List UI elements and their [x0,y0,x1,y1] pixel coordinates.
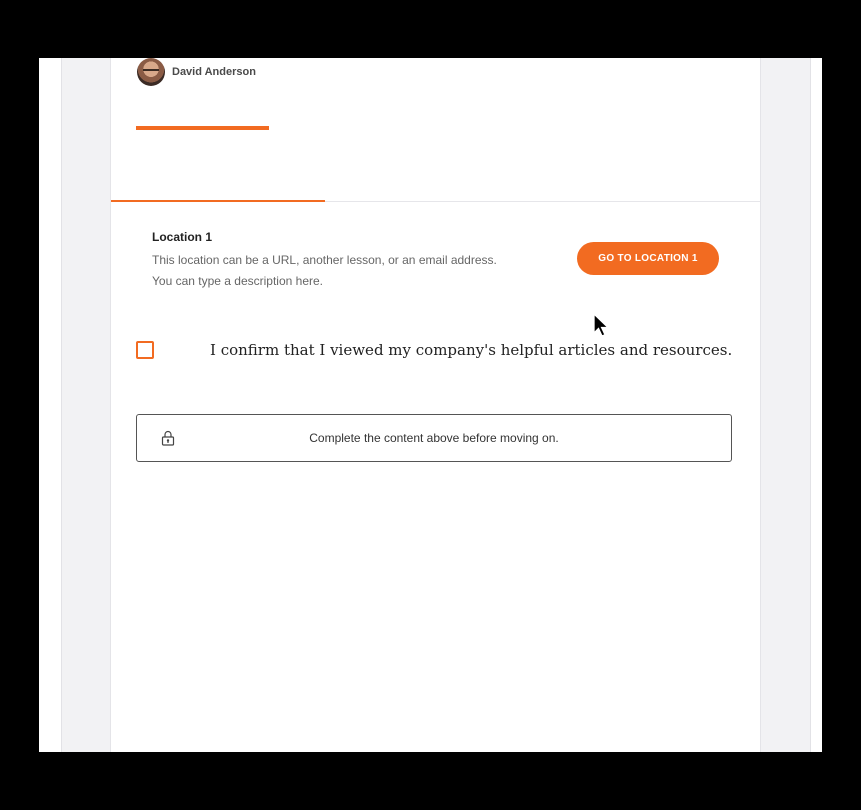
author-accent-bar [136,126,269,130]
lesson-card: David Anderson Location 1 This location … [110,58,761,752]
author-block: David Anderson [137,58,256,88]
confirm-checkbox[interactable] [136,341,154,359]
avatar [137,58,165,86]
right-scrollbar-track[interactable] [810,58,822,752]
location-description: This location can be a URL, another less… [152,253,497,288]
mouse-cursor-icon [593,313,610,337]
continue-locked-banner: Complete the content above before moving… [136,414,732,462]
lock-icon [161,430,175,446]
location-title: Location 1 [152,230,213,244]
confirm-label: I confirm that I viewed my company's hel… [210,341,733,359]
author-name: David Anderson [172,66,256,78]
progress-accent [111,200,325,202]
confirm-row: I confirm that I viewed my company's hel… [136,341,732,359]
go-to-location-button[interactable]: GO TO LOCATION 1 [577,242,719,275]
app-viewport: David Anderson Location 1 This location … [39,58,822,752]
locked-message: Complete the content above before moving… [309,431,559,445]
left-gutter [39,58,62,752]
